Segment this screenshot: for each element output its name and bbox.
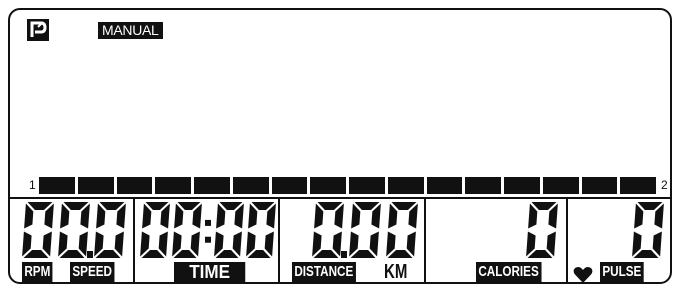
divider-horizontal xyxy=(10,197,670,199)
level-bar xyxy=(39,177,656,194)
distance-unit: KM xyxy=(384,261,408,283)
distance-value xyxy=(312,202,418,258)
mode-label: MANUAL xyxy=(98,22,163,39)
pulse-value xyxy=(632,202,664,258)
level-bar-segment xyxy=(232,177,269,194)
level-bar-segment xyxy=(349,177,385,194)
calories-label: CALORIES xyxy=(476,262,542,282)
pulse-label: PULSE xyxy=(600,262,644,282)
level-bar-segment xyxy=(194,177,230,194)
level-bar-segment xyxy=(504,177,540,194)
heart-icon xyxy=(573,267,593,282)
level-scale-start: 1 xyxy=(29,178,36,192)
level-bar-segment xyxy=(581,177,618,194)
level-bar-segment xyxy=(387,177,424,194)
level-bar-segment xyxy=(542,177,579,194)
divider-4 xyxy=(566,197,568,282)
level-bar-segment xyxy=(39,177,75,194)
rpm-label: RPM xyxy=(22,262,53,282)
program-p-icon xyxy=(27,19,49,41)
level-bar-segment xyxy=(155,177,191,194)
distance-label: DISTANCE xyxy=(292,262,356,282)
divider-2 xyxy=(278,197,280,282)
level-bar-segment xyxy=(77,177,114,194)
level-bar-segment xyxy=(620,177,656,194)
rpm-speed-value xyxy=(22,202,126,258)
level-bar-segment xyxy=(310,177,346,194)
calories-value xyxy=(526,202,558,258)
console-display: MANUAL 1 2 RPM SPEED TIME DISTANCE KM CA… xyxy=(8,8,672,284)
level-bar-segment xyxy=(426,177,463,194)
level-bar-segment xyxy=(465,177,501,194)
level-bar-segment xyxy=(116,177,153,194)
time-label: TIME xyxy=(174,262,246,282)
level-bar-segment xyxy=(271,177,308,194)
speed-label: SPEED xyxy=(70,262,115,282)
time-value xyxy=(140,202,276,258)
level-scale-end: 2 xyxy=(661,178,668,192)
